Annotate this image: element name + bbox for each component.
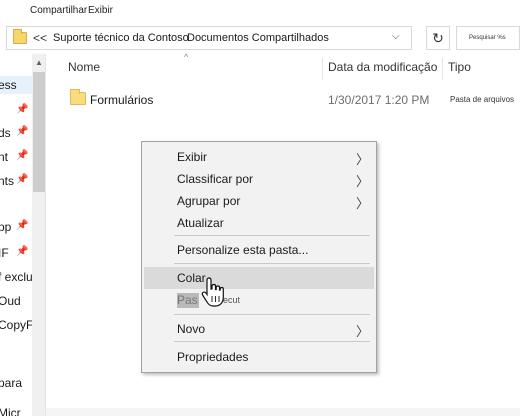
menu-item-customize[interactable]: Personalize esta pasta... xyxy=(144,239,374,261)
column-header-date[interactable]: Data da modificação xyxy=(328,60,437,74)
file-date: 1/30/2017 1:20 PM xyxy=(328,93,430,107)
pin-icon: 📌 xyxy=(16,246,29,257)
scrollbar-thumb[interactable] xyxy=(33,72,45,192)
breadcrumb-documentos[interactable]: Documentos Compartilhados xyxy=(187,32,329,44)
navigation-pane: ess 📌 ds 📌 nt 📌 nts 📌 pp 📌 IF 📌 f exclui… xyxy=(0,54,46,416)
scroll-up-icon[interactable]: ▲ xyxy=(35,58,43,67)
nav-item-ess[interactable]: ess xyxy=(0,78,17,92)
menu-separator xyxy=(174,263,370,264)
chevron-right-icon: 〉 xyxy=(356,152,370,167)
refresh-icon[interactable]: ↻ xyxy=(426,26,450,50)
nav-item-if[interactable]: IF xyxy=(0,246,9,260)
nav-item-pp[interactable]: pp xyxy=(0,220,11,234)
menu-item-new[interactable]: Novo 〉 xyxy=(144,318,374,340)
column-divider[interactable] xyxy=(442,58,443,80)
nav-item-copyf[interactable]: CopyF xyxy=(0,318,33,332)
folder-icon xyxy=(13,29,27,44)
menu-item-paste-shortcut[interactable]: Pas recut xyxy=(144,289,374,311)
menu-item-refresh[interactable]: Atualizar xyxy=(144,212,374,234)
context-menu: Exibir 〉 Classificar por 〉 Agrupar por 〉… xyxy=(141,141,377,373)
search-placeholder: Pesquisar %s xyxy=(469,35,506,41)
nav-item-para[interactable]: para xyxy=(0,376,22,390)
sort-ascending-icon: ^ xyxy=(184,52,189,62)
hand-cursor-icon xyxy=(201,277,224,307)
pin-icon: 📌 xyxy=(16,104,29,115)
menu-item-paste[interactable]: Colar xyxy=(144,267,374,289)
column-header-type[interactable]: Tipo xyxy=(448,60,471,74)
nav-item-oud[interactable]: Oud xyxy=(0,294,21,308)
nav-item-nts[interactable]: nts xyxy=(0,174,14,188)
menu-label: Novo xyxy=(177,322,206,336)
nav-item-micr[interactable]: Micr xyxy=(0,406,21,416)
menu-item-properties[interactable]: Propriedades xyxy=(144,346,374,368)
menu-item-sort-by[interactable]: Classificar por 〉 xyxy=(144,168,374,190)
pin-icon: 📌 xyxy=(16,126,29,137)
menu-separator xyxy=(174,341,370,342)
column-header-name[interactable]: Nome xyxy=(68,60,100,74)
file-type: Pasta de arquivos xyxy=(450,95,515,104)
menu-label: Atualizar xyxy=(177,216,224,230)
chevron-down-icon[interactable]: ⌵ xyxy=(392,31,400,42)
menu-separator xyxy=(174,314,370,315)
menu-label: Personalize esta pasta... xyxy=(177,243,309,257)
pin-icon: 📌 xyxy=(16,220,29,231)
menu-item-view[interactable]: Exibir 〉 xyxy=(144,146,374,168)
ribbon-tab-compartilhar[interactable]: Compartilhar xyxy=(30,5,87,16)
nav-item-ds[interactable]: ds xyxy=(0,126,11,140)
menu-label: Classificar por xyxy=(177,172,254,186)
pin-icon: 📌 xyxy=(16,174,29,185)
chevron-right-icon: 〉 xyxy=(356,324,370,339)
search-input[interactable]: Pesquisar %s xyxy=(456,26,520,50)
chevron-right-icon: 〉 xyxy=(356,174,370,189)
file-name: Formulários xyxy=(90,93,154,107)
nav-scrollbar[interactable]: ▲ xyxy=(32,54,45,416)
menu-label: Propriedades xyxy=(177,350,249,364)
menu-label: Agrupar por xyxy=(177,194,241,208)
ribbon: Compartilhar Exibir xyxy=(0,0,520,22)
status-bar xyxy=(46,408,520,416)
ribbon-tab-exibir[interactable]: Exibir xyxy=(88,5,113,16)
pin-icon: 📌 xyxy=(16,150,29,161)
file-row[interactable]: Formulários 1/30/2017 1:20 PM Pasta de a… xyxy=(56,88,520,110)
menu-separator xyxy=(174,235,370,236)
menu-label: Exibir xyxy=(177,150,208,164)
breadcrumb-overflow[interactable]: << xyxy=(33,31,47,45)
column-divider[interactable] xyxy=(322,58,323,80)
chevron-right-icon: 〉 xyxy=(356,196,370,211)
nav-item-nt[interactable]: nt xyxy=(0,150,8,164)
menu-item-group-by[interactable]: Agrupar por 〉 xyxy=(144,190,374,212)
address-bar[interactable]: << Suporte técnico da Contoso Documentos… xyxy=(6,26,412,50)
menu-label: Pas xyxy=(177,293,198,307)
breadcrumb-suporte[interactable]: Suporte técnico da Contoso xyxy=(53,32,189,44)
folder-icon xyxy=(70,89,86,105)
